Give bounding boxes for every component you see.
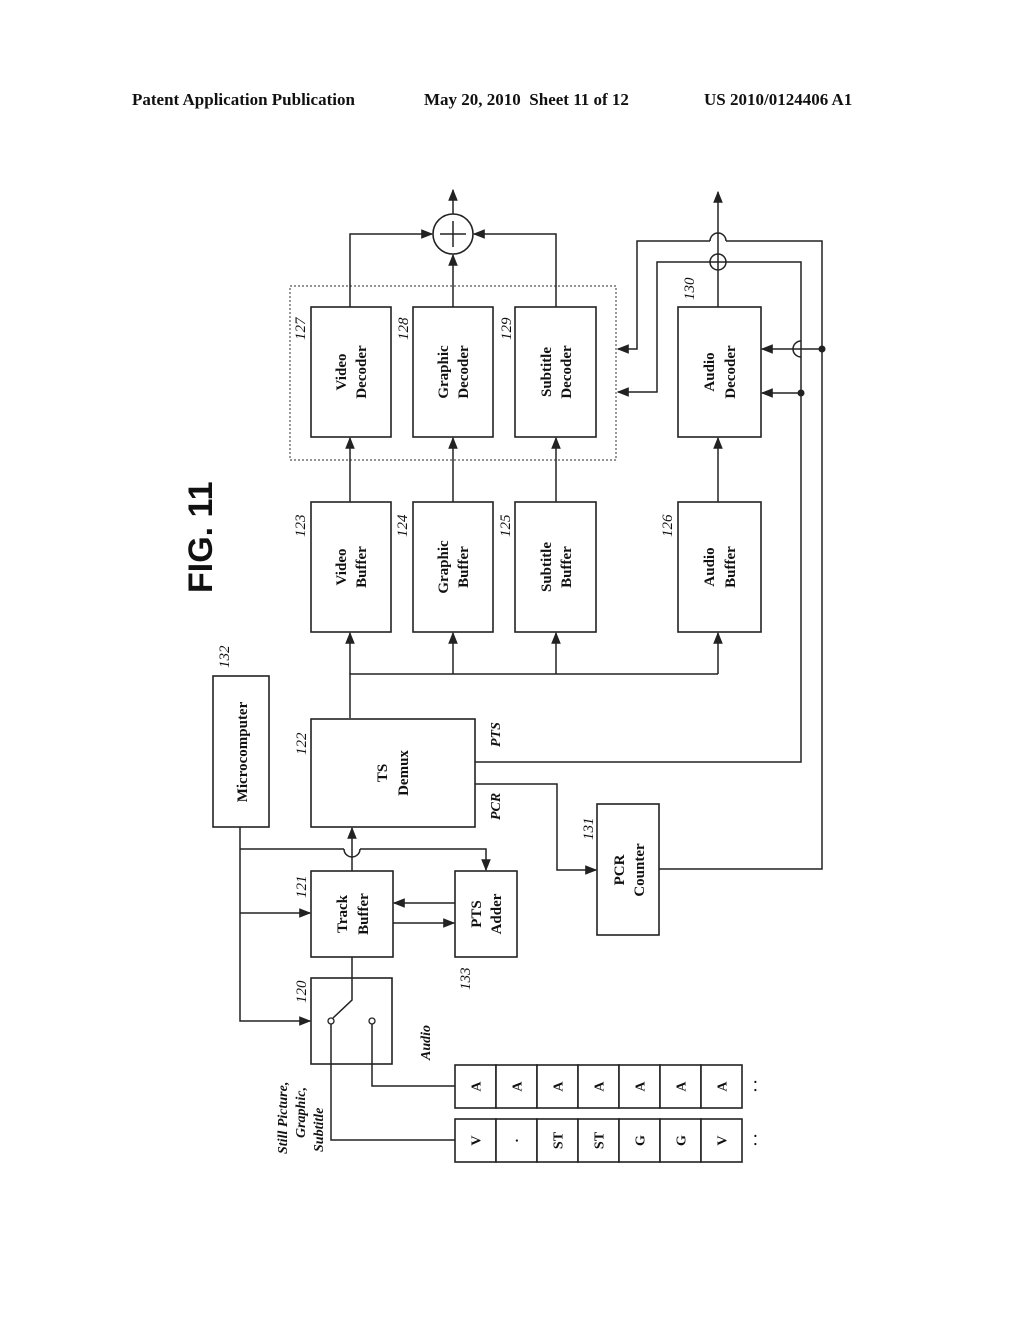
ref-133: 133 [458, 968, 474, 991]
summing-junction [432, 213, 474, 255]
subtitle-decoder-label-2: Decoder [559, 345, 575, 399]
audio-buffer-block: Audio Buffer 126 [660, 501, 762, 633]
still-input-label-1: Still Picture, [276, 1082, 291, 1154]
video-decoder-label-2: Decoder [354, 345, 370, 399]
figure-title: FIG. 11 [182, 482, 220, 594]
ref-130: 130 [682, 277, 698, 300]
ref-128: 128 [396, 317, 412, 340]
switch-block: 120 [294, 957, 393, 1065]
ref-131: 131 [581, 818, 597, 841]
graphic-decoder-block: Graphic Decoder 128 [396, 306, 494, 438]
video-decoder-block: Video Decoder 127 [293, 306, 392, 438]
audio-stream-cell-label: A [716, 1081, 731, 1092]
ref-126: 126 [660, 514, 676, 537]
subtitle-buffer-block: Subtitle Buffer 125 [498, 501, 597, 633]
micro-to-pts-adder [360, 848, 491, 872]
subtitle-buffer-label-2: Buffer [559, 546, 575, 588]
subtitle-buffer-label-1: Subtitle [539, 542, 555, 592]
pts-signal-label: PTS [489, 722, 504, 747]
track-buffer-block: Track Buffer 121 [294, 870, 394, 958]
video-stream-cell-label: G [634, 1135, 649, 1146]
pts-adder-label-2: Adder [489, 893, 505, 934]
ref-124: 124 [395, 514, 411, 537]
graphic-decoder-label-2: Decoder [456, 345, 472, 399]
pcr-counter-label-1: PCR [612, 854, 628, 885]
video-buffer-label-2: Buffer [354, 546, 370, 588]
audio-stream-cell-label: A [552, 1081, 567, 1092]
pts-adder-label-1: PTS [469, 900, 485, 928]
switch-terminal-audio [368, 1017, 376, 1025]
audio-stream-cell-label: A [675, 1081, 690, 1092]
video-stream-cell-label: · [511, 1138, 526, 1143]
graphic-buffer-block: Graphic Buffer 124 [395, 501, 494, 633]
ref-125: 125 [498, 514, 514, 537]
video-stream-row: V · ST ST G G V [454, 1118, 743, 1163]
audio-input-label: Audio [419, 1025, 434, 1061]
audio-stream-row: AAAAAAA [454, 1064, 743, 1109]
switch-terminal-still [327, 1017, 335, 1025]
graphic-buffer-label-2: Buffer [456, 546, 472, 588]
video-row-continuation: · · [749, 1134, 764, 1147]
audio-decoder-block: Audio Decoder 130 [677, 277, 762, 438]
demux-output-bus [349, 673, 718, 718]
video-buffer-label-1: Video [334, 549, 350, 586]
audio-buffer-label-2: Buffer [723, 546, 739, 588]
pcr-counter-label-2: Counter [632, 843, 648, 897]
pcr-signal-label: PCR [489, 793, 504, 820]
audio-buffer-label-1: Audio [702, 547, 718, 586]
video-stream-cell-label: ST [552, 1131, 567, 1149]
video-to-adder [349, 229, 434, 307]
audio-row-continuation: · · [749, 1080, 764, 1093]
subtitle-to-adder [472, 229, 557, 307]
ref-122: 122 [294, 732, 310, 755]
video-stream-cell-label: G [675, 1135, 690, 1146]
video-stream-cell-label: V [470, 1135, 485, 1145]
graphic-decoder-label-1: Graphic [436, 345, 452, 399]
microcomputer-label: Microcomputer [235, 701, 251, 802]
subtitle-decoder-block: Subtitle Decoder 129 [499, 306, 597, 438]
audio-stream-cell-label: A [593, 1081, 608, 1092]
ts-demux-label-1: TS [375, 764, 391, 782]
ref-120: 120 [294, 980, 310, 1003]
audio-stream-cell-label: A [634, 1081, 649, 1092]
video-buffer-block: Video Buffer 123 [293, 501, 392, 633]
audio-decoder-label-2: Decoder [723, 345, 739, 399]
ref-129: 129 [499, 317, 515, 340]
microcomputer-block: Microcomputer 132 [212, 645, 270, 828]
ref-127: 127 [293, 316, 309, 340]
ref-121: 121 [294, 876, 310, 899]
video-decoder-label-1: Video [334, 354, 350, 391]
audio-stream-cell-label: A [511, 1081, 526, 1092]
ref-123: 123 [293, 515, 309, 538]
graphic-buffer-label-1: Graphic [436, 540, 452, 594]
video-stream-cell-label: V [716, 1135, 731, 1145]
pts-adder-block: PTS Adder 133 [454, 870, 518, 991]
audio-decoder-label-1: Audio [702, 352, 718, 391]
track-buffer-label-2: Buffer [356, 893, 372, 935]
ref-132: 132 [217, 645, 233, 668]
ts-demux-label-2: Demux [396, 750, 412, 796]
subtitle-decoder-label-1: Subtitle [539, 347, 555, 397]
track-buffer-label-1: Track [335, 894, 351, 933]
still-input-label-2: Graphic, [294, 1087, 309, 1138]
still-input-label-3: Subtitle [312, 1108, 327, 1152]
audio-stream-cell-label: A [470, 1081, 485, 1092]
ts-demux-block: TS Demux 122 [294, 718, 476, 828]
block-diagram: FIG. 11 Video Decoder 127 Graphic Decode… [182, 188, 826, 1163]
video-stream-cell-label: ST [593, 1131, 608, 1149]
